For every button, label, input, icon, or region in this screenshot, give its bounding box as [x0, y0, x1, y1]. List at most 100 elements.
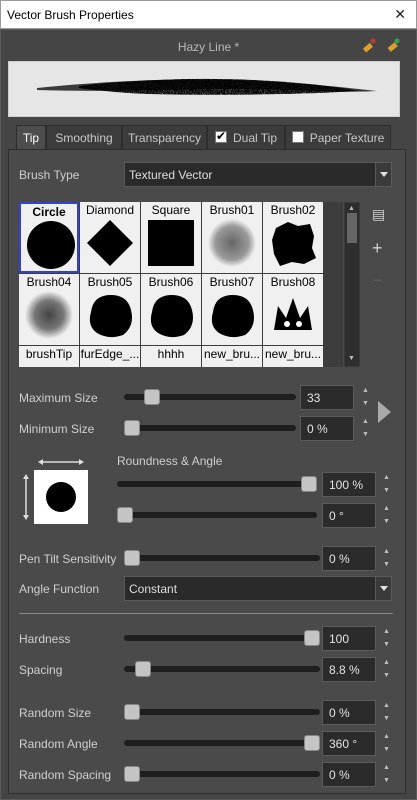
- save-brush-icon[interactable]: [361, 37, 377, 53]
- brush-tip-cell[interactable]: Circle: [19, 202, 79, 273]
- max-size-knob[interactable]: [144, 389, 160, 405]
- brush-tip-name: Brush04: [26, 275, 72, 289]
- brush-tip-thumbnail: [208, 219, 256, 267]
- tab-tip[interactable]: Tip: [16, 125, 46, 150]
- brush-tip-cell[interactable]: Brush07: [202, 274, 262, 345]
- spacing-slider[interactable]: [124, 661, 320, 677]
- angle-function-select[interactable]: Constant: [124, 576, 392, 601]
- hardness-down-icon[interactable]: ▼: [383, 640, 390, 650]
- min-size-knob[interactable]: [124, 420, 140, 436]
- random-size-slider[interactable]: [124, 704, 320, 720]
- hardness-knob[interactable]: [304, 630, 320, 646]
- spacing-up-icon[interactable]: ▲: [383, 658, 390, 668]
- random-spacing-down-icon[interactable]: ▼: [383, 776, 390, 786]
- brush-tip-name: hhhh: [157, 347, 185, 361]
- angle-up-icon[interactable]: ▲: [383, 504, 390, 514]
- scroll-down-icon[interactable]: ▼: [348, 354, 355, 364]
- roundness-field[interactable]: 100 %: [322, 472, 376, 497]
- brush-tip-cell[interactable]: Brush05: [80, 274, 140, 345]
- tip-grid-scrollbar[interactable]: ▲ ▼: [344, 202, 360, 367]
- spacing-knob[interactable]: [135, 661, 151, 677]
- tab-paper-texture[interactable]: Paper Texture: [285, 125, 391, 149]
- min-size-down-icon[interactable]: ▼: [362, 430, 369, 440]
- random-spacing-field[interactable]: 0 %: [322, 762, 376, 787]
- min-size-slider[interactable]: [124, 420, 296, 436]
- random-angle-down-icon[interactable]: ▼: [383, 745, 390, 755]
- brush-tip-thumbnail: [27, 221, 75, 269]
- brush-tip-cell[interactable]: Brush01: [202, 202, 262, 273]
- brush-tip-name: brushTip: [25, 347, 73, 361]
- min-size-field[interactable]: 0 %: [300, 416, 354, 441]
- hardness-slider[interactable]: [124, 630, 320, 646]
- max-size-field[interactable]: 33: [300, 385, 354, 410]
- min-size-up-icon[interactable]: ▲: [362, 417, 369, 427]
- random-angle-field[interactable]: 360 °: [322, 731, 376, 756]
- random-size-up-icon[interactable]: ▲: [383, 701, 390, 711]
- roundness-down-icon[interactable]: ▼: [383, 486, 390, 496]
- hardness-up-icon[interactable]: ▲: [383, 627, 390, 637]
- brush-tip-cell[interactable]: new_bru...: [202, 346, 262, 367]
- tab-smoothing[interactable]: Smoothing: [46, 125, 122, 149]
- brush-tip-cell[interactable]: Brush02: [263, 202, 323, 273]
- brush-tip-cell[interactable]: furEdge_...: [80, 346, 140, 367]
- scrollbar-thumb[interactable]: [347, 213, 357, 243]
- close-icon[interactable]: ✕: [394, 6, 406, 23]
- roundness-angle-label: Roundness & Angle: [117, 454, 223, 468]
- dual-tip-checkbox[interactable]: [214, 129, 227, 143]
- chevron-down-icon[interactable]: [375, 163, 391, 186]
- random-angle-up-icon[interactable]: ▲: [383, 732, 390, 742]
- remove-tip-icon[interactable]: −: [372, 270, 383, 291]
- brush-tip-cell[interactable]: Brush06: [141, 274, 201, 345]
- brush-tip-cell[interactable]: Diamond: [80, 202, 140, 273]
- angle-field[interactable]: 0 °: [322, 503, 376, 528]
- tab-transparency[interactable]: Transparency: [122, 125, 207, 149]
- tab-dual-tip-label: Dual Tip: [232, 131, 278, 145]
- tab-dual-tip[interactable]: Dual Tip: [207, 125, 285, 149]
- brush-options-icon[interactable]: [385, 37, 401, 53]
- tip-menu-icon[interactable]: ▤: [372, 206, 385, 223]
- random-size-knob[interactable]: [124, 704, 140, 720]
- roundness-knob[interactable]: [301, 476, 317, 492]
- pen-tilt-field[interactable]: 0 %: [322, 546, 376, 571]
- pen-tilt-down-icon[interactable]: ▼: [383, 560, 390, 570]
- max-size-down-icon[interactable]: ▼: [362, 399, 369, 409]
- max-size-slider[interactable]: [124, 389, 296, 405]
- random-size-label: Random Size: [19, 706, 92, 720]
- angle-knob[interactable]: [117, 507, 133, 523]
- random-spacing-slider[interactable]: [124, 766, 320, 782]
- angle-function-value: Constant: [129, 582, 178, 596]
- max-size-up-icon[interactable]: ▲: [362, 386, 369, 396]
- paper-texture-checkbox[interactable]: [291, 131, 304, 143]
- random-size-down-icon[interactable]: ▼: [383, 714, 390, 724]
- spacing-down-icon[interactable]: ▼: [383, 671, 390, 681]
- brush-tip-grid: Circle Diamond Square Brush01 Brush02 Brush04…: [19, 202, 343, 367]
- brush-tip-cell[interactable]: hhhh: [141, 346, 201, 367]
- brush-type-select[interactable]: Textured Vector: [124, 162, 392, 187]
- brush-tip-name: Brush05: [87, 275, 133, 289]
- brush-tip-cell[interactable]: new_bru...: [263, 346, 323, 367]
- spacing-field[interactable]: 8.8 %: [322, 657, 376, 682]
- add-tip-icon[interactable]: +: [372, 238, 383, 259]
- play-icon[interactable]: [378, 401, 391, 423]
- roundness-slider[interactable]: [117, 476, 317, 492]
- random-angle-slider[interactable]: [124, 735, 320, 751]
- hardness-field[interactable]: 100: [322, 626, 376, 651]
- pen-tilt-slider[interactable]: [124, 550, 320, 566]
- brush-tip-cell[interactable]: Brush08: [263, 274, 323, 345]
- random-size-field[interactable]: 0 %: [322, 700, 376, 725]
- stroke-preview-image: [37, 78, 377, 95]
- random-spacing-up-icon[interactable]: ▲: [383, 763, 390, 773]
- angle-down-icon[interactable]: ▼: [383, 517, 390, 527]
- brush-tip-cell[interactable]: Square: [141, 202, 201, 273]
- random-spacing-knob[interactable]: [124, 766, 140, 782]
- chevron-down-icon[interactable]: [375, 577, 391, 600]
- brush-tip-thumbnail: [272, 222, 316, 266]
- brush-tip-cell[interactable]: brushTip: [19, 346, 79, 367]
- tip-shape-preview[interactable]: [18, 456, 90, 526]
- pen-tilt-knob[interactable]: [124, 550, 140, 566]
- pen-tilt-up-icon[interactable]: ▲: [383, 547, 390, 557]
- roundness-up-icon[interactable]: ▲: [383, 473, 390, 483]
- random-angle-knob[interactable]: [304, 735, 320, 751]
- brush-tip-cell[interactable]: Brush04: [19, 274, 79, 345]
- angle-slider[interactable]: [117, 507, 317, 523]
